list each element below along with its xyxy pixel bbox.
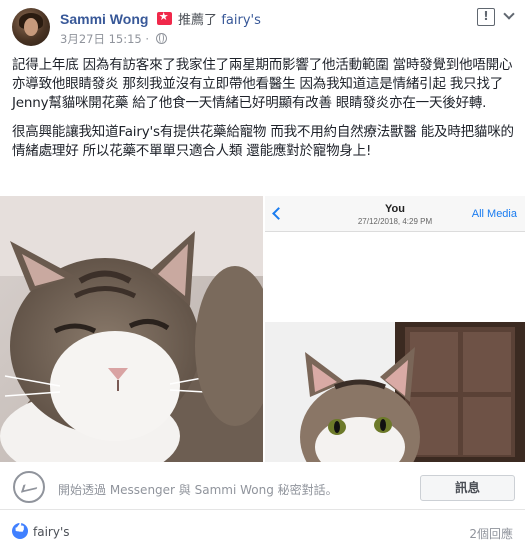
cat-closeup-image	[0, 196, 263, 462]
author-line: Sammi Wong 推薦了 fairy's	[60, 9, 261, 28]
recommend-icon	[156, 10, 172, 25]
recommend-text: 推薦了	[178, 13, 218, 28]
post-footer: fairy's 2個回應	[0, 515, 525, 551]
photo-phone-screenshot[interactable]: You 27/12/2018, 4:29 PM All Media	[265, 196, 525, 462]
photo-cat-closeup[interactable]	[0, 196, 263, 462]
like-icon	[12, 523, 28, 539]
post-header: Sammi Wong 推薦了 fairy's 3月27日 15:15 · !	[0, 0, 525, 50]
chevron-down-icon[interactable]	[503, 8, 515, 20]
messenger-prompt: 開始透過 Messenger 與 Sammi Wong 秘密對話。	[58, 483, 338, 497]
post-paragraph: 記得上年底 因為有訪客來了我家住了兩星期而影響了他活動範圍 當時發覺到他唔開心 …	[12, 57, 513, 111]
messenger-icon	[13, 471, 45, 503]
ios-all-media-button[interactable]: All Media	[472, 208, 517, 220]
ios-header: You 27/12/2018, 4:29 PM All Media	[265, 196, 525, 232]
post-timestamp[interactable]: 3月27日 15:15 ·	[60, 32, 149, 46]
cat-window-image	[265, 322, 525, 462]
globe-icon	[155, 33, 167, 44]
report-icon[interactable]: !	[477, 8, 495, 26]
post-paragraph: 很高興能讓我知道Fairy's有提供花藥給寵物 而我不用約自然療法獸醫 能及時把…	[12, 124, 514, 159]
like-summary[interactable]: fairy's	[33, 525, 70, 539]
comment-count[interactable]: 2個回應	[469, 525, 513, 542]
post-body: 記得上年底 因為有訪客來了我家住了兩星期而影響了他活動範圍 當時發覺到他唔開心 …	[12, 56, 515, 171]
author-name[interactable]: Sammi Wong	[60, 11, 148, 27]
message-button[interactable]: 訊息	[420, 475, 515, 501]
avatar[interactable]	[12, 8, 50, 46]
page-link[interactable]: fairy's	[221, 13, 261, 28]
post-meta: 3月27日 15:15 ·	[60, 31, 167, 47]
messenger-bar: 開始透過 Messenger 與 Sammi Wong 秘密對話。 訊息	[0, 464, 525, 510]
avatar-face	[24, 18, 38, 36]
